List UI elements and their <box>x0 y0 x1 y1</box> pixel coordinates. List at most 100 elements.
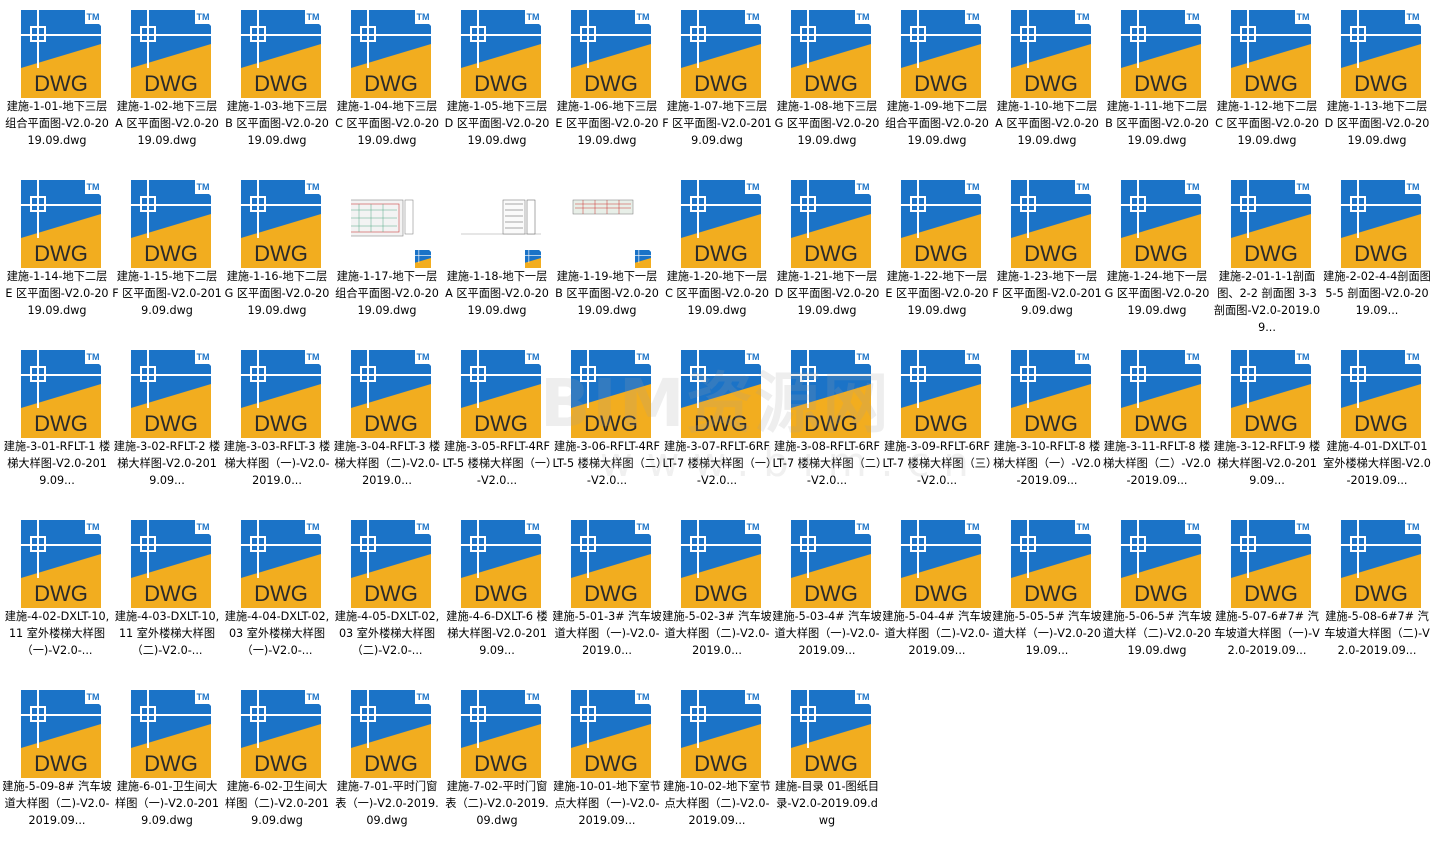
dwg-file-icon: DWG TM <box>571 520 651 608</box>
file-item[interactable]: DWG TM 建施-1-06-地下三层 E 区平面图-V2.0-2019.09.… <box>552 2 662 172</box>
svg-text:DWG: DWG <box>254 751 308 776</box>
file-name-label: 建施-1-08-地下三层 G 区平面图-V2.0-2019.09.dwg <box>774 100 880 147</box>
dwg-file-icon: DWG TM <box>791 350 871 438</box>
file-name-label: 建施-3-12-RFLT-9 楼梯大样图-V2.0-2019.09... <box>1213 440 1321 487</box>
file-item[interactable]: DWG TM 建施-3-12-RFLT-9 楼梯大样图-V2.0-2019.09… <box>1212 342 1322 512</box>
file-item[interactable]: DWG TM 建施-3-04-RFLT-3 楼梯大样图（二)-V2.0-2019… <box>332 342 442 512</box>
file-item[interactable]: DWG TM 建施-4-02-DXLT-10,11 室外楼梯大样图（一)-V2.… <box>2 512 112 682</box>
dwg-file-icon: DWG TM <box>351 520 431 608</box>
file-item[interactable]: DWG TM 建施-5-06-5# 汽车坡道大样（二)-V2.0-2019.09… <box>1102 512 1212 682</box>
file-item[interactable]: 建施-1-18-地下一层 A 区平面图-V2.0-2019.09.dwg <box>442 172 552 342</box>
file-item[interactable]: 建施-1-19-地下一层 B 区平面图-V2.0-2019.09.dwg <box>552 172 662 342</box>
file-item[interactable]: DWG TM 建施-1-08-地下三层 G 区平面图-V2.0-2019.09.… <box>772 2 882 172</box>
file-name-label: 建施-3-01-RFLT-1 楼梯大样图-V2.0-2019.09... <box>3 440 111 487</box>
file-item[interactable]: DWG TM 建施-4-6-DXLT-6 楼梯大样图-V2.0-2019.09.… <box>442 512 552 682</box>
svg-text:DWG: DWG <box>254 241 308 266</box>
dwg-file-icon: DWG TM <box>791 10 871 98</box>
file-item[interactable]: DWG TM 建施-1-02-地下三层 A 区平面图-V2.0-2019.09.… <box>112 2 222 172</box>
file-item[interactable]: DWG TM 建施-1-13-地下二层 D 区平面图-V2.0-2019.09.… <box>1322 2 1432 172</box>
svg-text:DWG: DWG <box>1134 241 1188 266</box>
file-name-label: 建施-6-01-卫生间大样图（一)-V2.0-2019.09.dwg <box>115 780 219 827</box>
dwg-file-icon: DWG TM <box>791 690 871 778</box>
file-item[interactable]: DWG TM 建施-1-23-地下一层 F 区平面图-V2.0-2019.09.… <box>992 172 1102 342</box>
file-name-label: 建施-3-02-RFLT-2 楼梯大样图-V2.0-2019.09... <box>113 440 221 487</box>
file-item[interactable]: DWG TM 建施-3-01-RFLT-1 楼梯大样图-V2.0-2019.09… <box>2 342 112 512</box>
file-item[interactable]: DWG TM 建施-1-20-地下一层 C 区平面图-V2.0-2019.09.… <box>662 172 772 342</box>
file-item[interactable]: DWG TM 建施-1-05-地下三层 D 区平面图-V2.0-2019.09.… <box>442 2 552 172</box>
svg-text:TM: TM <box>1077 522 1090 532</box>
file-name-label: 建施-3-10-RFLT-8 楼梯大样图（一）-V2.0-2019.09... <box>993 440 1101 487</box>
file-item[interactable]: DWG TM 建施-1-15-地下二层 F 区平面图-V2.0-2019.09.… <box>112 172 222 342</box>
file-item[interactable]: DWG TM 建施-3-08-RFLT-6RFLT-7 楼梯大样图（二）-V2.… <box>772 342 882 512</box>
file-name-label: 建施-4-01-DXLT-01 室外楼梯大样图-V2.0-2019.09... <box>1323 440 1431 487</box>
file-item[interactable]: DWG TM 建施-6-02-卫生间大样图（二)-V2.0-2019.09.dw… <box>222 682 332 852</box>
file-item[interactable]: DWG TM 建施-5-03-4# 汽车坡道大样图（一)-V2.0-2019.0… <box>772 512 882 682</box>
file-item[interactable]: DWG TM 建施-5-07-6#7# 汽车坡道大样图（一)-V2.0-2019… <box>1212 512 1322 682</box>
file-item[interactable]: DWG TM 建施-10-02-地下室节点大样图（二)-V2.0-2019.09… <box>662 682 772 852</box>
file-name-label: 建施-3-08-RFLT-6RFLT-7 楼梯大样图（二）-V2.0... <box>772 440 882 487</box>
svg-text:DWG: DWG <box>1244 581 1298 606</box>
file-item[interactable]: DWG TM 建施-1-21-地下一层 D 区平面图-V2.0-2019.09.… <box>772 172 882 342</box>
file-item[interactable]: DWG TM 建施-4-05-DXLT-02,03 室外楼梯大样图（二)-V2.… <box>332 512 442 682</box>
file-item[interactable]: DWG TM 建施-1-10-地下二层 A 区平面图-V2.0-2019.09.… <box>992 2 1102 172</box>
file-item[interactable]: DWG TM 建施-3-05-RFLT-4RFLT-5 楼梯大样图（一）-V2.… <box>442 342 552 512</box>
file-item[interactable]: DWG TM 建施-1-01-地下三层组合平面图-V2.0-2019.09.dw… <box>2 2 112 172</box>
dwg-file-icon: DWG TM <box>571 10 651 98</box>
file-item[interactable]: DWG TM 建施-1-09-地下二层组合平面图-V2.0-2019.09.dw… <box>882 2 992 172</box>
file-item[interactable]: DWG TM 建施-3-07-RFLT-6RFLT-7 楼梯大样图（一）-V2.… <box>662 342 772 512</box>
dwg-file-icon: DWG TM <box>21 180 101 268</box>
svg-text:TM: TM <box>87 182 100 192</box>
svg-text:DWG: DWG <box>34 411 88 436</box>
svg-text:DWG: DWG <box>804 71 858 96</box>
file-item[interactable]: DWG TM 建施-3-09-RFLT-6RFLT-7 楼梯大样图（三）-V2.… <box>882 342 992 512</box>
file-item[interactable]: DWG TM 建施-1-14-地下二层 E 区平面图-V2.0-2019.09.… <box>2 172 112 342</box>
file-name-label: 建施-1-22-地下一层 E 区平面图-V2.0-2019.09.dwg <box>885 270 989 317</box>
file-name-label: 建施-2-01-1-1剖面图、2-2 剖面图 3-3 剖面图-V2.0-2019… <box>1213 270 1321 334</box>
file-item[interactable]: DWG TM 建施-4-04-DXLT-02,03 室外楼梯大样图（一)-V2.… <box>222 512 332 682</box>
file-item[interactable]: DWG TM 建施-10-01-地下室节点大样图（一)-V2.0-2019.09… <box>552 682 662 852</box>
file-name-label: 建施-3-07-RFLT-6RFLT-7 楼梯大样图（一）-V2.0... <box>662 440 772 487</box>
file-item[interactable]: DWG TM 建施-1-12-地下二层 C 区平面图-V2.0-2019.09.… <box>1212 2 1322 172</box>
file-name-label: 建施-10-02-地下室节点大样图（二)-V2.0-2019.09... <box>663 780 771 827</box>
file-item[interactable]: DWG TM 建施-5-05-5# 汽车坡道大样（一)-V2.0-2019.09… <box>992 512 1102 682</box>
svg-text:TM: TM <box>1187 522 1200 532</box>
svg-text:DWG: DWG <box>474 751 528 776</box>
svg-text:TM: TM <box>967 182 980 192</box>
file-item[interactable]: DWG TM 建施-1-22-地下一层 E 区平面图-V2.0-2019.09.… <box>882 172 992 342</box>
file-item[interactable]: DWG TM 建施-5-09-8# 汽车坡道大样图（二)-V2.0-2019.0… <box>2 682 112 852</box>
file-item[interactable]: DWG TM 建施-1-24-地下一层 G 区平面图-V2.0-2019.09.… <box>1102 172 1212 342</box>
file-item[interactable]: DWG TM 建施-5-01-3# 汽车坡道大样图（一)-V2.0-2019.0… <box>552 512 662 682</box>
file-item[interactable]: DWG TM 建施-4-01-DXLT-01 室外楼梯大样图-V2.0-2019… <box>1322 342 1432 512</box>
file-item[interactable]: DWG TM 建施-7-01-平时门窗表（一)-V2.0-2019.09.dwg <box>332 682 442 852</box>
file-item[interactable]: DWG TM 建施-3-10-RFLT-8 楼梯大样图（一）-V2.0-2019… <box>992 342 1102 512</box>
svg-text:TM: TM <box>1407 12 1420 22</box>
file-item[interactable]: DWG TM 建施-1-07-地下三层 F 区平面图-V2.0-2019.09.… <box>662 2 772 172</box>
file-item[interactable]: DWG TM 建施-6-01-卫生间大样图（一)-V2.0-2019.09.dw… <box>112 682 222 852</box>
file-item[interactable]: DWG TM 建施-3-03-RFLT-3 楼梯大样图（一)-V2.0-2019… <box>222 342 332 512</box>
svg-text:DWG: DWG <box>694 581 748 606</box>
file-name-label: 建施-5-04-4# 汽车坡道大样图（二)-V2.0-2019.09... <box>882 610 992 657</box>
file-item[interactable]: 建施-1-17-地下一层组合平面图-V2.0-2019.09.dwg <box>332 172 442 342</box>
file-item[interactable]: DWG TM 建施-1-03-地下三层 B 区平面图-V2.0-2019.09.… <box>222 2 332 172</box>
file-item[interactable]: DWG TM 建施-7-02-平时门窗表（二)-V2.0-2019.09.dwg <box>442 682 552 852</box>
file-item[interactable]: DWG TM 建施-2-02-4-4剖面图 5-5 剖面图-V2.0-2019.… <box>1322 172 1432 342</box>
file-item[interactable]: DWG TM 建施-目录 01-图纸目录-V2.0-2019.09.dwg <box>772 682 882 852</box>
file-item[interactable]: DWG TM 建施-1-04-地下三层 C 区平面图-V2.0-2019.09.… <box>332 2 442 172</box>
file-item[interactable]: DWG TM 建施-1-11-地下二层 B 区平面图-V2.0-2019.09.… <box>1102 2 1212 172</box>
svg-text:DWG: DWG <box>364 581 418 606</box>
file-item[interactable]: DWG TM 建施-5-04-4# 汽车坡道大样图（二)-V2.0-2019.0… <box>882 512 992 682</box>
file-item[interactable]: DWG TM 建施-1-16-地下二层 G 区平面图-V2.0-2019.09.… <box>222 172 332 342</box>
file-name-label: 建施-1-05-地下三层 D 区平面图-V2.0-2019.09.dwg <box>444 100 550 147</box>
file-item[interactable]: DWG TM 建施-3-06-RFLT-4RFLT-5 楼梯大样图（二）-V2.… <box>552 342 662 512</box>
dwg-file-icon: DWG TM <box>351 690 431 778</box>
dwg-file-icon: DWG TM <box>901 520 981 608</box>
file-item[interactable]: DWG TM 建施-5-08-6#7# 汽车坡道大样图（二)-V2.0-2019… <box>1322 512 1432 682</box>
file-item[interactable]: DWG TM 建施-4-03-DXLT-10,11 室外楼梯大样图（二)-V2.… <box>112 512 222 682</box>
file-name-label: 建施-1-14-地下二层 E 区平面图-V2.0-2019.09.dwg <box>5 270 109 317</box>
file-item[interactable]: DWG TM 建施-5-02-3# 汽车坡道大样图（二)-V2.0-2019.0… <box>662 512 772 682</box>
file-item[interactable]: DWG TM 建施-3-11-RFLT-8 楼梯大样图（二）-V2.0-2019… <box>1102 342 1212 512</box>
svg-text:DWG: DWG <box>144 241 198 266</box>
svg-text:DWG: DWG <box>1354 71 1408 96</box>
file-item[interactable]: DWG TM 建施-2-01-1-1剖面图、2-2 剖面图 3-3 剖面图-V2… <box>1212 172 1322 342</box>
file-item[interactable]: DWG TM 建施-3-02-RFLT-2 楼梯大样图-V2.0-2019.09… <box>112 342 222 512</box>
